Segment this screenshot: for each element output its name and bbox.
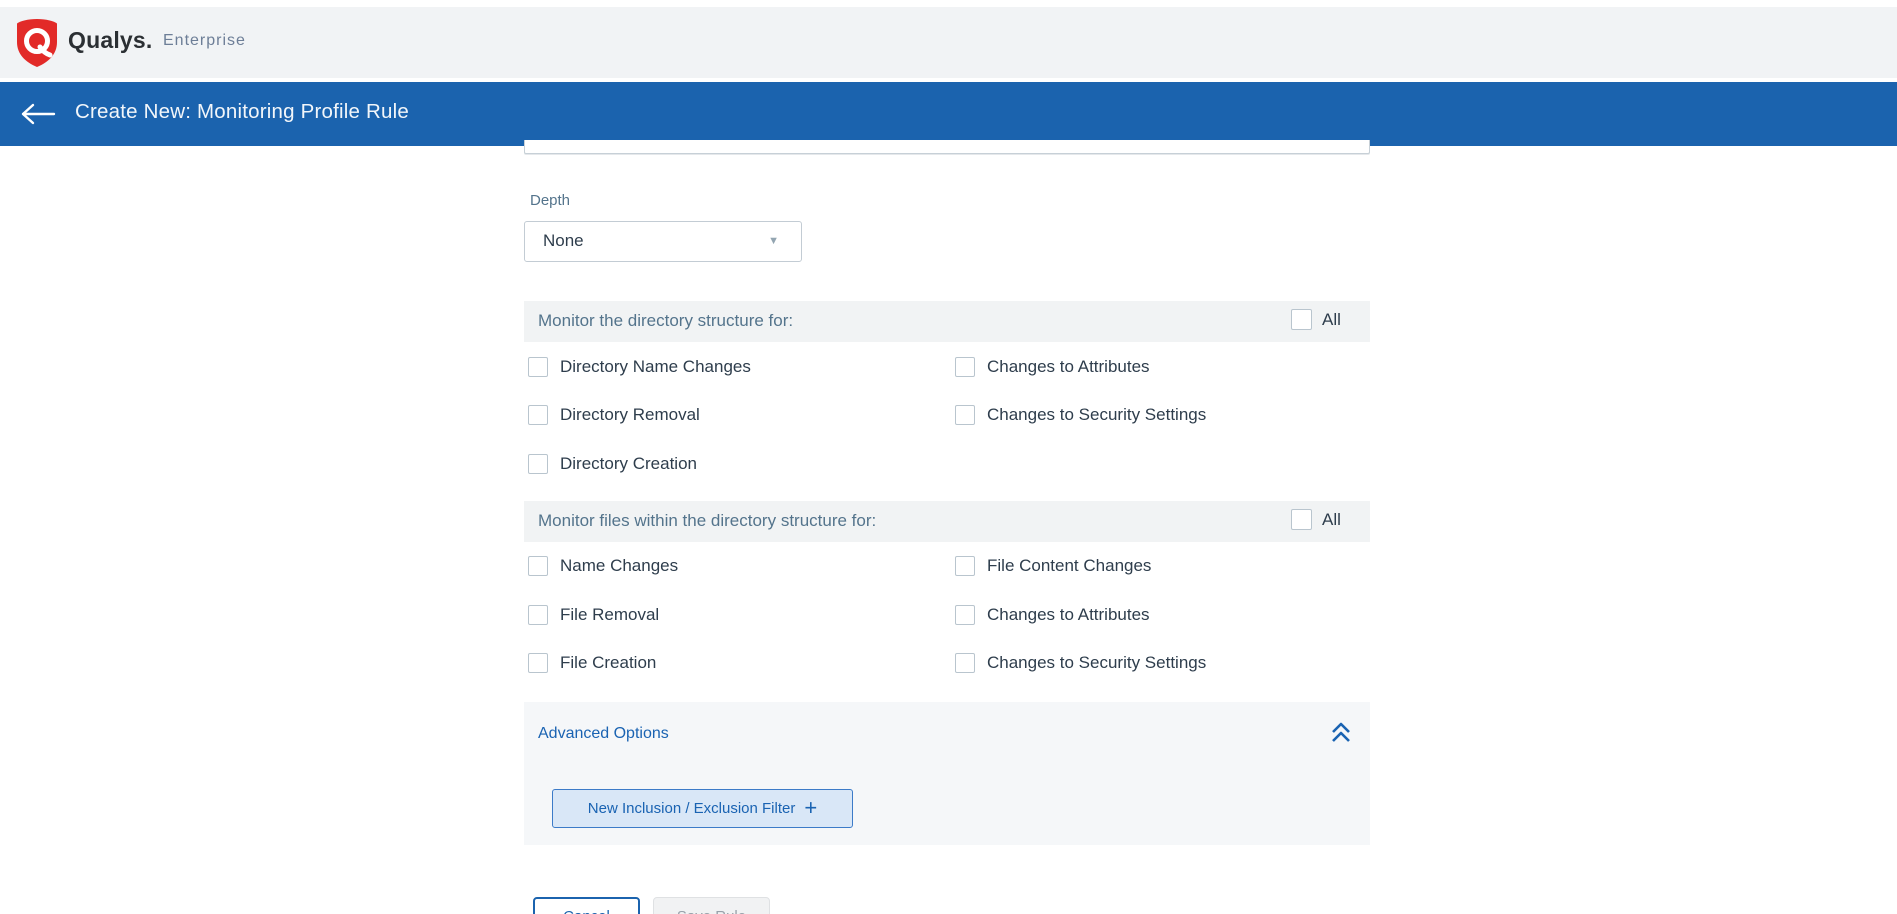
page-title: Create New: Monitoring Profile Rule xyxy=(75,100,409,124)
checkbox-label: File Content Changes xyxy=(987,556,1151,576)
section-title: Monitor files within the directory struc… xyxy=(538,511,876,531)
button-label: New Inclusion / Exclusion Filter xyxy=(588,800,796,817)
all-label: All xyxy=(1322,310,1341,330)
depth-dropdown-value: None xyxy=(543,231,584,251)
checkbox-label: File Creation xyxy=(560,653,656,673)
screen: Qualys. Enterprise Create New: Monitorin… xyxy=(0,0,1897,914)
section-header-directory: Monitor the directory structure for: All xyxy=(524,301,1370,342)
checkbox-name-changes[interactable] xyxy=(528,556,548,576)
checkbox-directory-removal[interactable] xyxy=(528,405,548,425)
partial-text-input[interactable] xyxy=(524,140,1370,154)
checkbox-label: Directory Creation xyxy=(560,454,697,474)
checkbox-label: Changes to Security Settings xyxy=(987,653,1206,673)
checkbox-label: Changes to Attributes xyxy=(987,605,1150,625)
chevron-down-icon: ▼ xyxy=(768,235,779,247)
checkbox-file-content-changes[interactable] xyxy=(955,556,975,576)
checkbox-label: Directory Name Changes xyxy=(560,357,751,377)
section-header-files: Monitor files within the directory struc… xyxy=(524,501,1370,542)
qualys-logo-icon xyxy=(14,18,60,68)
back-arrow-icon[interactable] xyxy=(20,102,60,126)
checkbox-directory-name-changes[interactable] xyxy=(528,357,548,377)
depth-dropdown[interactable]: None ▼ xyxy=(524,221,802,262)
checkbox-file-changes-to-security-settings[interactable] xyxy=(955,653,975,673)
all-checkbox-directory[interactable] xyxy=(1291,309,1312,330)
checkbox-file-changes-to-attributes[interactable] xyxy=(955,605,975,625)
advanced-options-panel: Advanced Options New Inclusion / Exclusi… xyxy=(524,702,1370,845)
section-title: Monitor the directory structure for: xyxy=(538,311,793,331)
checkbox-changes-to-attributes[interactable] xyxy=(955,357,975,377)
checkbox-label: Name Changes xyxy=(560,556,678,576)
checkbox-file-removal[interactable] xyxy=(528,605,548,625)
form-content: Depth None ▼ Monitor the directory struc… xyxy=(524,0,1370,914)
advanced-options-link[interactable]: Advanced Options xyxy=(538,725,669,743)
checkbox-label: File Removal xyxy=(560,605,659,625)
all-checkbox-files[interactable] xyxy=(1291,509,1312,530)
save-rule-button[interactable]: Save Rule xyxy=(653,897,770,914)
all-label: All xyxy=(1322,510,1341,530)
new-inclusion-exclusion-filter-button[interactable]: New Inclusion / Exclusion Filter + xyxy=(552,789,853,828)
checkbox-label: Changes to Attributes xyxy=(987,357,1150,377)
depth-label: Depth xyxy=(530,192,570,209)
checkbox-label: Directory Removal xyxy=(560,405,700,425)
cancel-button[interactable]: Cancel xyxy=(533,897,640,914)
plus-icon: + xyxy=(804,799,817,817)
chevrons-up-icon[interactable] xyxy=(1329,720,1353,746)
checkbox-label: Changes to Security Settings xyxy=(987,405,1206,425)
checkbox-file-creation[interactable] xyxy=(528,653,548,673)
checkbox-changes-to-security-settings[interactable] xyxy=(955,405,975,425)
brand-product-label: Enterprise xyxy=(163,32,246,50)
checkbox-directory-creation[interactable] xyxy=(528,454,548,474)
brand-name: Qualys. xyxy=(68,27,153,54)
